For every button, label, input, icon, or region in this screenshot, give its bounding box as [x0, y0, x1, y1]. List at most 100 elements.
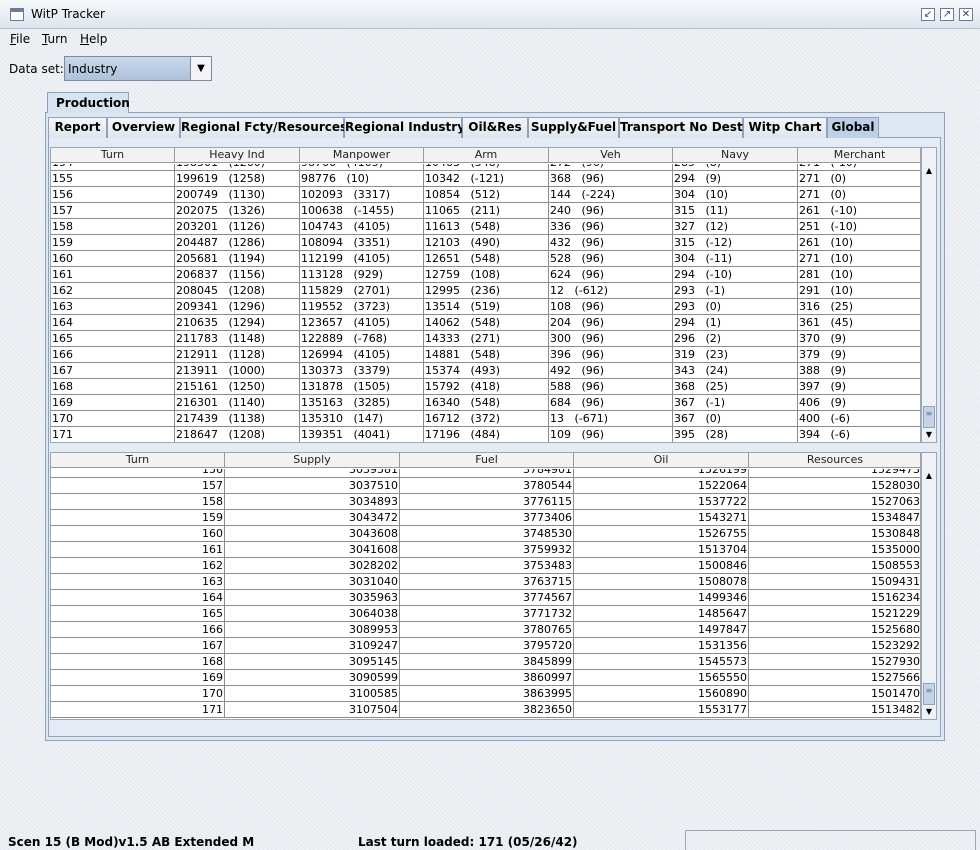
table-cell: 261 (10) — [798, 235, 920, 251]
table-row[interactable]: 171 218647 (1208) 139351 (4041) 17196 (484)… — [51, 427, 920, 442]
supply-table-scrollbar[interactable]: ▲ ≡ ▼ — [921, 452, 937, 720]
table-row[interactable]: 170 3100585 3863995 1560890 1501470 — [51, 686, 920, 702]
column-header[interactable]: Resources — [749, 453, 920, 468]
table-row[interactable]: 165 211783 (1148) 122889 (-768) 14333 (271)… — [51, 331, 920, 347]
column-header[interactable]: Manpower — [300, 148, 424, 163]
table-row[interactable]: 161 3041608 3759932 1513704 1535000 — [51, 542, 920, 558]
supply-table[interactable]: Turn Supply Fuel Oil Resources 156 3039581 378… — [50, 452, 921, 720]
table-cell: 3031040 — [225, 574, 400, 590]
table-cell: 199619 (1258) — [175, 171, 300, 187]
menu-file[interactable]: File — [10, 32, 30, 46]
table-row[interactable]: 171 3107504 3823650 1553177 1513482 — [51, 702, 920, 718]
table-cell: 156 — [51, 469, 225, 478]
dataset-select[interactable]: Industry ▼ — [64, 56, 212, 81]
table-cell: 3774567 — [400, 590, 574, 606]
table-row[interactable]: 161 206837 (1156) 113128 (929) 12759 (108) 6… — [51, 267, 920, 283]
scroll-down-icon[interactable]: ▼ — [922, 705, 936, 719]
scroll-thumb[interactable]: ≡ — [923, 683, 935, 705]
chevron-down-icon[interactable]: ▼ — [190, 57, 211, 80]
table-row[interactable]: 164 3035963 3774567 1499346 1516234 — [51, 590, 920, 606]
table-row[interactable]: 163 209341 (1296) 119552 (3723) 13514 (519)… — [51, 299, 920, 315]
column-header[interactable]: Turn — [51, 453, 225, 468]
table-cell: 251 (-10) — [798, 219, 920, 235]
industry-table-scrollbar[interactable]: ▲ ≡ ▼ — [921, 147, 937, 443]
column-header[interactable]: Supply — [225, 453, 400, 468]
table-row[interactable]: 154198501 (1260)98766 (4105)10463 (548)2… — [51, 164, 920, 171]
table-row[interactable]: 167 3109247 3795720 1531356 1523292 — [51, 638, 920, 654]
table-cell: 300 (96) — [549, 331, 673, 347]
tab-transport-no-dest[interactable]: Transport No Dest — [619, 117, 743, 138]
table-row[interactable]: 164 210635 (1294) 123657 (4105) 14062 (548)… — [51, 315, 920, 331]
table-row[interactable]: 166 212911 (1128) 126994 (4105) 14881 (548)… — [51, 347, 920, 363]
table-row[interactable]: 169 216301 (1140) 135163 (3285) 16340 (548)… — [51, 395, 920, 411]
tab-production[interactable]: Production — [47, 92, 130, 113]
column-header[interactable]: Navy — [673, 148, 798, 163]
table-cell: 108 (96) — [549, 299, 673, 315]
table-row[interactable]: 159 3043472 3773406 1543271 1534847 — [51, 510, 920, 526]
table-cell: 16712 (372) — [424, 411, 549, 427]
scroll-down-icon[interactable]: ▼ — [922, 428, 936, 442]
menu-help[interactable]: Help — [80, 32, 107, 46]
table-cell: 304 (-11) — [673, 251, 798, 267]
table-row[interactable]: 159 204487 (1286) 108094 (3351) 12103 (490)… — [51, 235, 920, 251]
table-row[interactable]: 155 199619 (1258) 98776 (10) 10342 (-121) 36… — [51, 171, 920, 187]
table-cell: 1523292 — [749, 638, 920, 654]
maximize-icon[interactable]: ↗ — [940, 8, 954, 21]
column-header[interactable]: Fuel — [400, 453, 574, 468]
table-cell: 202075 (1326) — [175, 203, 300, 219]
tab-report[interactable]: Report — [48, 117, 107, 138]
table-row[interactable]: 163 3031040 3763715 1508078 1509431 — [51, 574, 920, 590]
industry-table[interactable]: Turn Heavy Ind Manpower Arm Veh Navy Merchant … — [50, 147, 921, 443]
table-row[interactable]: 168 215161 (1250) 131878 (1505) 15792 (418)… — [51, 379, 920, 395]
table-cell: 123657 (4105) — [300, 315, 424, 331]
column-header[interactable]: Heavy Ind — [175, 148, 300, 163]
table-cell: 1508078 — [574, 574, 749, 590]
column-header[interactable]: Merchant — [798, 148, 920, 163]
table-cell: 315 (-12) — [673, 235, 798, 251]
minimize-icon[interactable]: ↙ — [921, 8, 935, 21]
column-header[interactable]: Arm — [424, 148, 549, 163]
table-row[interactable]: 162 3028202 3753483 1500846 1508553 — [51, 558, 920, 574]
table-cell: 15792 (418) — [424, 379, 549, 395]
scroll-up-icon[interactable]: ▲ — [922, 469, 936, 483]
scroll-up-icon[interactable]: ▲ — [922, 164, 936, 178]
table-cell: 168 — [51, 654, 225, 670]
table-row[interactable]: 165 3064038 3771732 1485647 1521229 — [51, 606, 920, 622]
tab-supply-fuel[interactable]: Supply&Fuel — [528, 117, 619, 138]
table-row[interactable]: 167 213911 (1000) 130373 (3379) 15374 (493)… — [51, 363, 920, 379]
column-header[interactable]: Oil — [574, 453, 749, 468]
table-row[interactable]: 160 3043608 3748530 1526755 1530848 — [51, 526, 920, 542]
table-cell: 281 (10) — [798, 267, 920, 283]
table-cell: 304 (10) — [673, 187, 798, 203]
table-row[interactable]: 169 3090599 3860997 1565550 1527566 — [51, 670, 920, 686]
table-row[interactable]: 158 203201 (1126) 104743 (4105) 11613 (548)… — [51, 219, 920, 235]
menu-turn[interactable]: Turn — [42, 32, 67, 46]
close-icon[interactable]: ✕ — [959, 8, 973, 21]
tab-witp-chart[interactable]: Witp Chart — [743, 117, 827, 138]
table-row[interactable]: 156 200749 (1130) 102093 (3317) 10854 (512)… — [51, 187, 920, 203]
table-row[interactable]: 157 3037510 3780544 1522064 1528030 — [51, 478, 920, 494]
column-header[interactable]: Turn — [51, 148, 175, 163]
tab-regional-industry[interactable]: Regional Industry — [344, 117, 465, 138]
tab-global[interactable]: Global — [827, 117, 879, 138]
table-cell: 115829 (2701) — [300, 283, 424, 299]
table-row[interactable]: 160 205681 (1194) 112199 (4105) 12651 (548)… — [51, 251, 920, 267]
table-cell: 3763715 — [400, 574, 574, 590]
column-header[interactable]: Veh — [549, 148, 673, 163]
tab-regional-fcty-resources[interactable]: Regional Fcty/Resources — [180, 117, 347, 138]
table-row[interactable]: 157 202075 (1326) 100638 (-1455) 11065 (211… — [51, 203, 920, 219]
table-row[interactable]: 168 3095145 3845899 1545573 1527930 — [51, 654, 920, 670]
table-row[interactable]: 170 217439 (1138) 135310 (147) 16712 (372) 1… — [51, 411, 920, 427]
table-cell: 16340 (548) — [424, 395, 549, 411]
table-row[interactable]: 156 3039581 3784901 1526199 1529473 — [51, 469, 920, 478]
tab-oil-res[interactable]: Oil&Res — [462, 117, 528, 138]
tab-overview[interactable]: Overview — [107, 117, 180, 138]
table-row[interactable]: 162 208045 (1208) 115829 (2701) 12995 (236)… — [51, 283, 920, 299]
scroll-thumb[interactable]: ≡ — [923, 406, 935, 428]
table-cell: 684 (96) — [549, 395, 673, 411]
table-row[interactable]: 166 3089953 3780765 1497847 1525680 — [51, 622, 920, 638]
table-cell: 155 — [51, 171, 175, 187]
industry-table-body: 154198501 (1260)98766 (4105)10463 (548)2… — [51, 164, 920, 442]
table-row[interactable]: 158 3034893 3776115 1537722 1527063 — [51, 494, 920, 510]
table-cell: 395 (28) — [673, 427, 798, 442]
